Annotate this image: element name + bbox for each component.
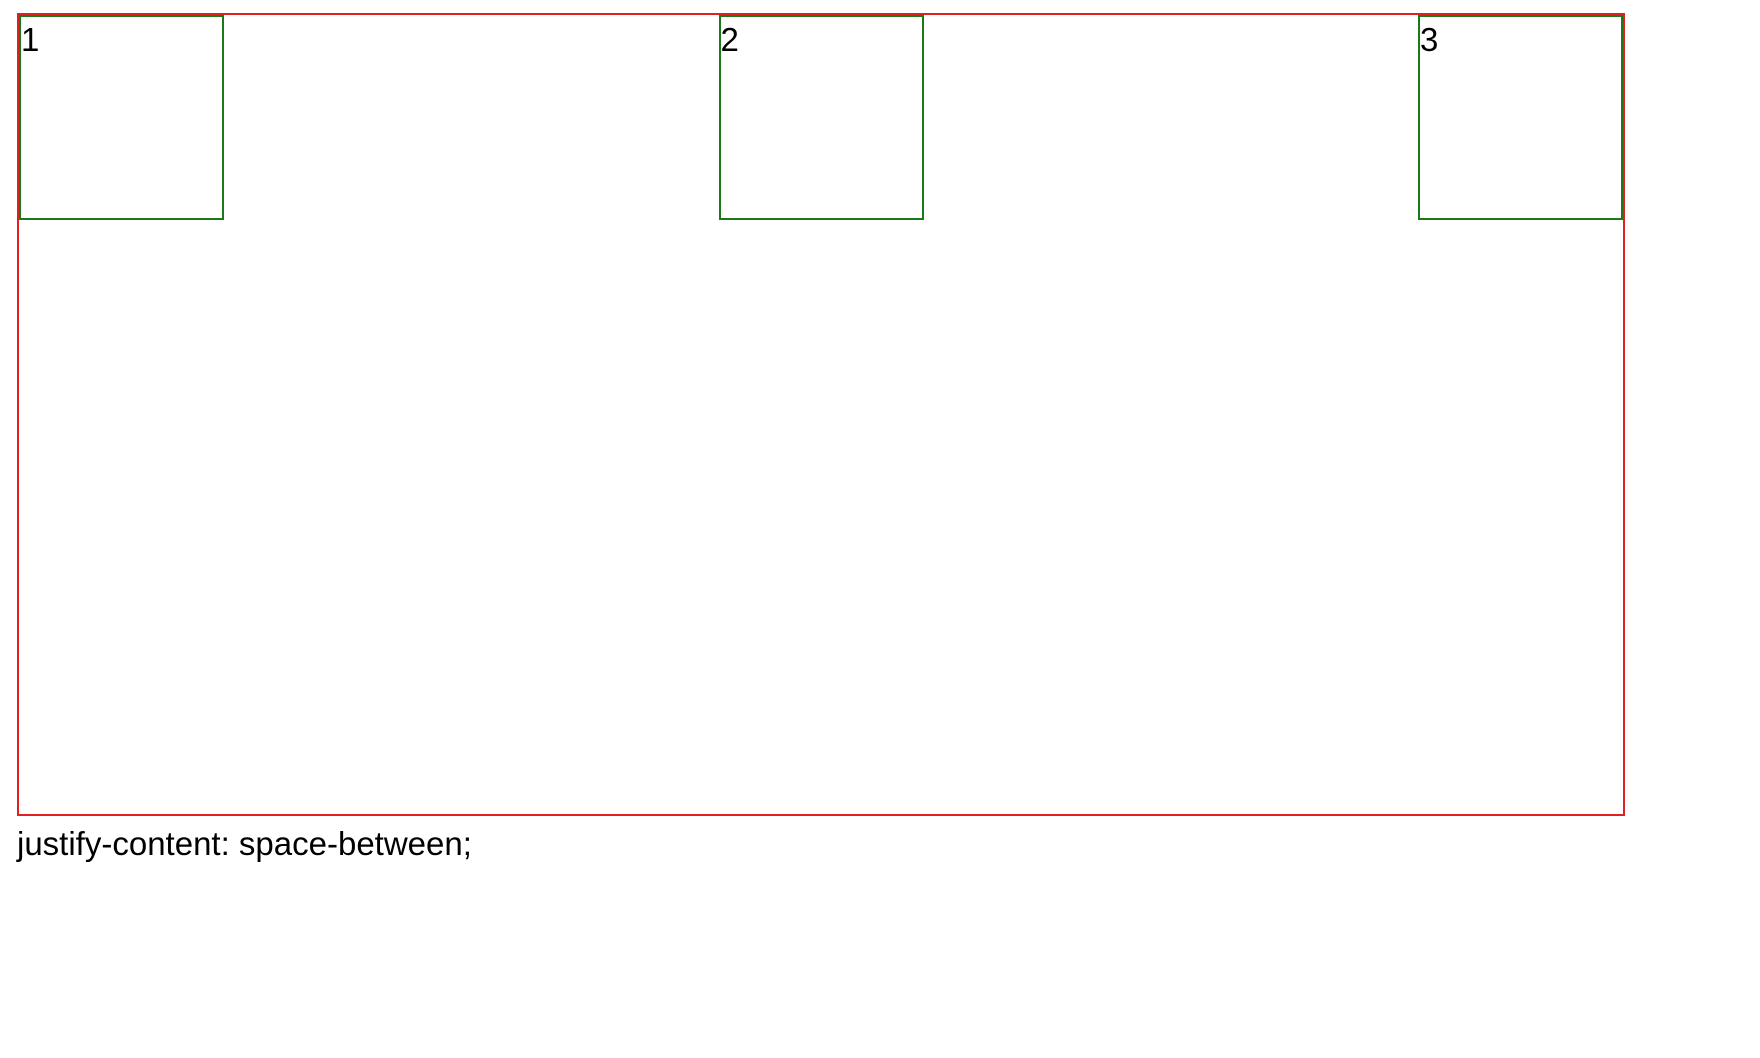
flex-item-label: 1 bbox=[21, 21, 40, 58]
flex-item-1: 1 bbox=[19, 15, 224, 220]
flex-item-label: 2 bbox=[720, 21, 739, 58]
flex-item-3: 3 bbox=[1418, 15, 1623, 220]
flex-container: 1 2 3 bbox=[17, 13, 1625, 816]
caption-text: justify-content: space-between; bbox=[17, 825, 472, 862]
flex-item-label: 3 bbox=[1420, 21, 1439, 58]
page: 1 2 3 justify-content: space-between; bbox=[0, 0, 1760, 1058]
flex-item-2: 2 bbox=[718, 15, 924, 220]
